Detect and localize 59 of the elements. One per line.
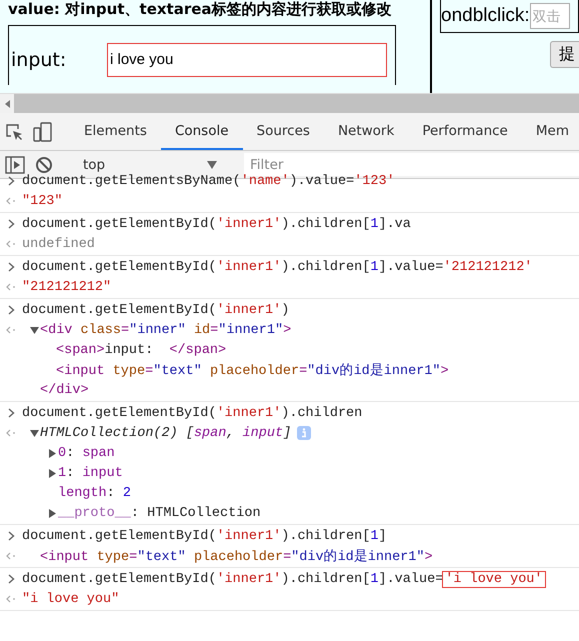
devtools-tab[interactable]: Network — [324, 113, 408, 150]
result-arrow-icon — [6, 552, 16, 560]
result-arrow-icon — [6, 595, 16, 603]
devtools-tab[interactable]: Elements — [70, 113, 161, 150]
prompt-chevron-icon — [8, 219, 14, 229]
page-heading: value: 对input、textarea标签的内容进行获取或修改 — [8, 0, 393, 19]
prompt-chevron-icon — [8, 408, 14, 418]
collapsed-triangle-icon[interactable] — [48, 468, 56, 478]
scroll-left-icon[interactable] — [4, 100, 10, 108]
console-text: __proto__: HTMLCollection — [58, 506, 261, 520]
collapsed-triangle-icon[interactable] — [48, 448, 56, 458]
console-text: document.getElementsByName('name').value='123' — [22, 174, 395, 188]
sidebar-toggle-icon[interactable] — [5, 156, 25, 174]
console-text: document.getElementById('inner1').children[1].value='212121212' — [22, 260, 532, 274]
console-text: document.getElementById('inner1') — [22, 302, 290, 318]
prompt-chevron-icon — [8, 262, 14, 272]
inspect-cursor-icon[interactable] — [5, 122, 23, 140]
dblclick-input-field[interactable]: 双击 — [530, 3, 570, 29]
expanded-triangle-icon[interactable] — [30, 428, 38, 438]
device-toolbar-icon[interactable] — [33, 122, 53, 142]
dblclick-label: ondblclick: — [441, 5, 530, 27]
text-input-field[interactable]: i love you — [107, 42, 387, 76]
console-text: <div class="inner" id="inner1"> — [40, 322, 292, 338]
devtools-tab[interactable]: Performance — [408, 113, 522, 150]
console-text: <input type="text" placeholder="div的id是inner1"> — [40, 548, 433, 565]
expanded-triangle-icon[interactable] — [30, 326, 38, 334]
console-text: document.getElementById('inner1').children[1].value='i love you' — [22, 572, 545, 586]
console-text: document.getElementById('inner1').children — [22, 406, 362, 420]
submit-button[interactable]: 提 — [550, 41, 579, 68]
console-text: document.getElementById('inner1').children[1] — [22, 528, 387, 544]
prompt-chevron-icon — [8, 176, 14, 186]
context-selector[interactable]: top — [71, 156, 227, 172]
console-text: <input type="text" placeholder="div的id是inner1"> — [56, 362, 449, 379]
prompt-chevron-icon — [8, 531, 14, 541]
console-text: "i love you" — [22, 592, 120, 606]
console-text: "212121212" — [22, 280, 112, 294]
clear-console-icon[interactable] — [35, 156, 53, 174]
devtools-tab[interactable]: Sources — [242, 113, 324, 150]
console-text: HTMLCollection(2) [span, input] — [40, 426, 292, 440]
result-arrow-icon — [6, 240, 16, 248]
prompt-chevron-icon — [8, 305, 14, 315]
console-text: undefined — [22, 236, 95, 252]
horizontal-scrollbar[interactable] — [0, 93, 579, 113]
collapsed-triangle-icon[interactable] — [48, 508, 56, 518]
console-text: </div> — [40, 382, 89, 398]
console-text: 1: input — [58, 466, 123, 480]
result-arrow-icon — [6, 429, 16, 437]
console-text: 0: span — [58, 446, 115, 460]
console-text: document.getElementById('inner1').children[1].va — [22, 216, 411, 232]
devtools-tab[interactable]: Mem — [522, 113, 579, 150]
result-arrow-icon — [6, 283, 16, 291]
console-text: "123" — [22, 194, 63, 208]
console-text: length: 2 — [58, 486, 131, 500]
console-text: <span>input: </span> — [56, 342, 226, 358]
caret-icon — [207, 160, 217, 168]
result-arrow-icon — [6, 197, 16, 205]
result-arrow-icon — [6, 326, 16, 334]
input-label: input: — [11, 48, 68, 70]
prompt-chevron-icon — [8, 574, 14, 584]
